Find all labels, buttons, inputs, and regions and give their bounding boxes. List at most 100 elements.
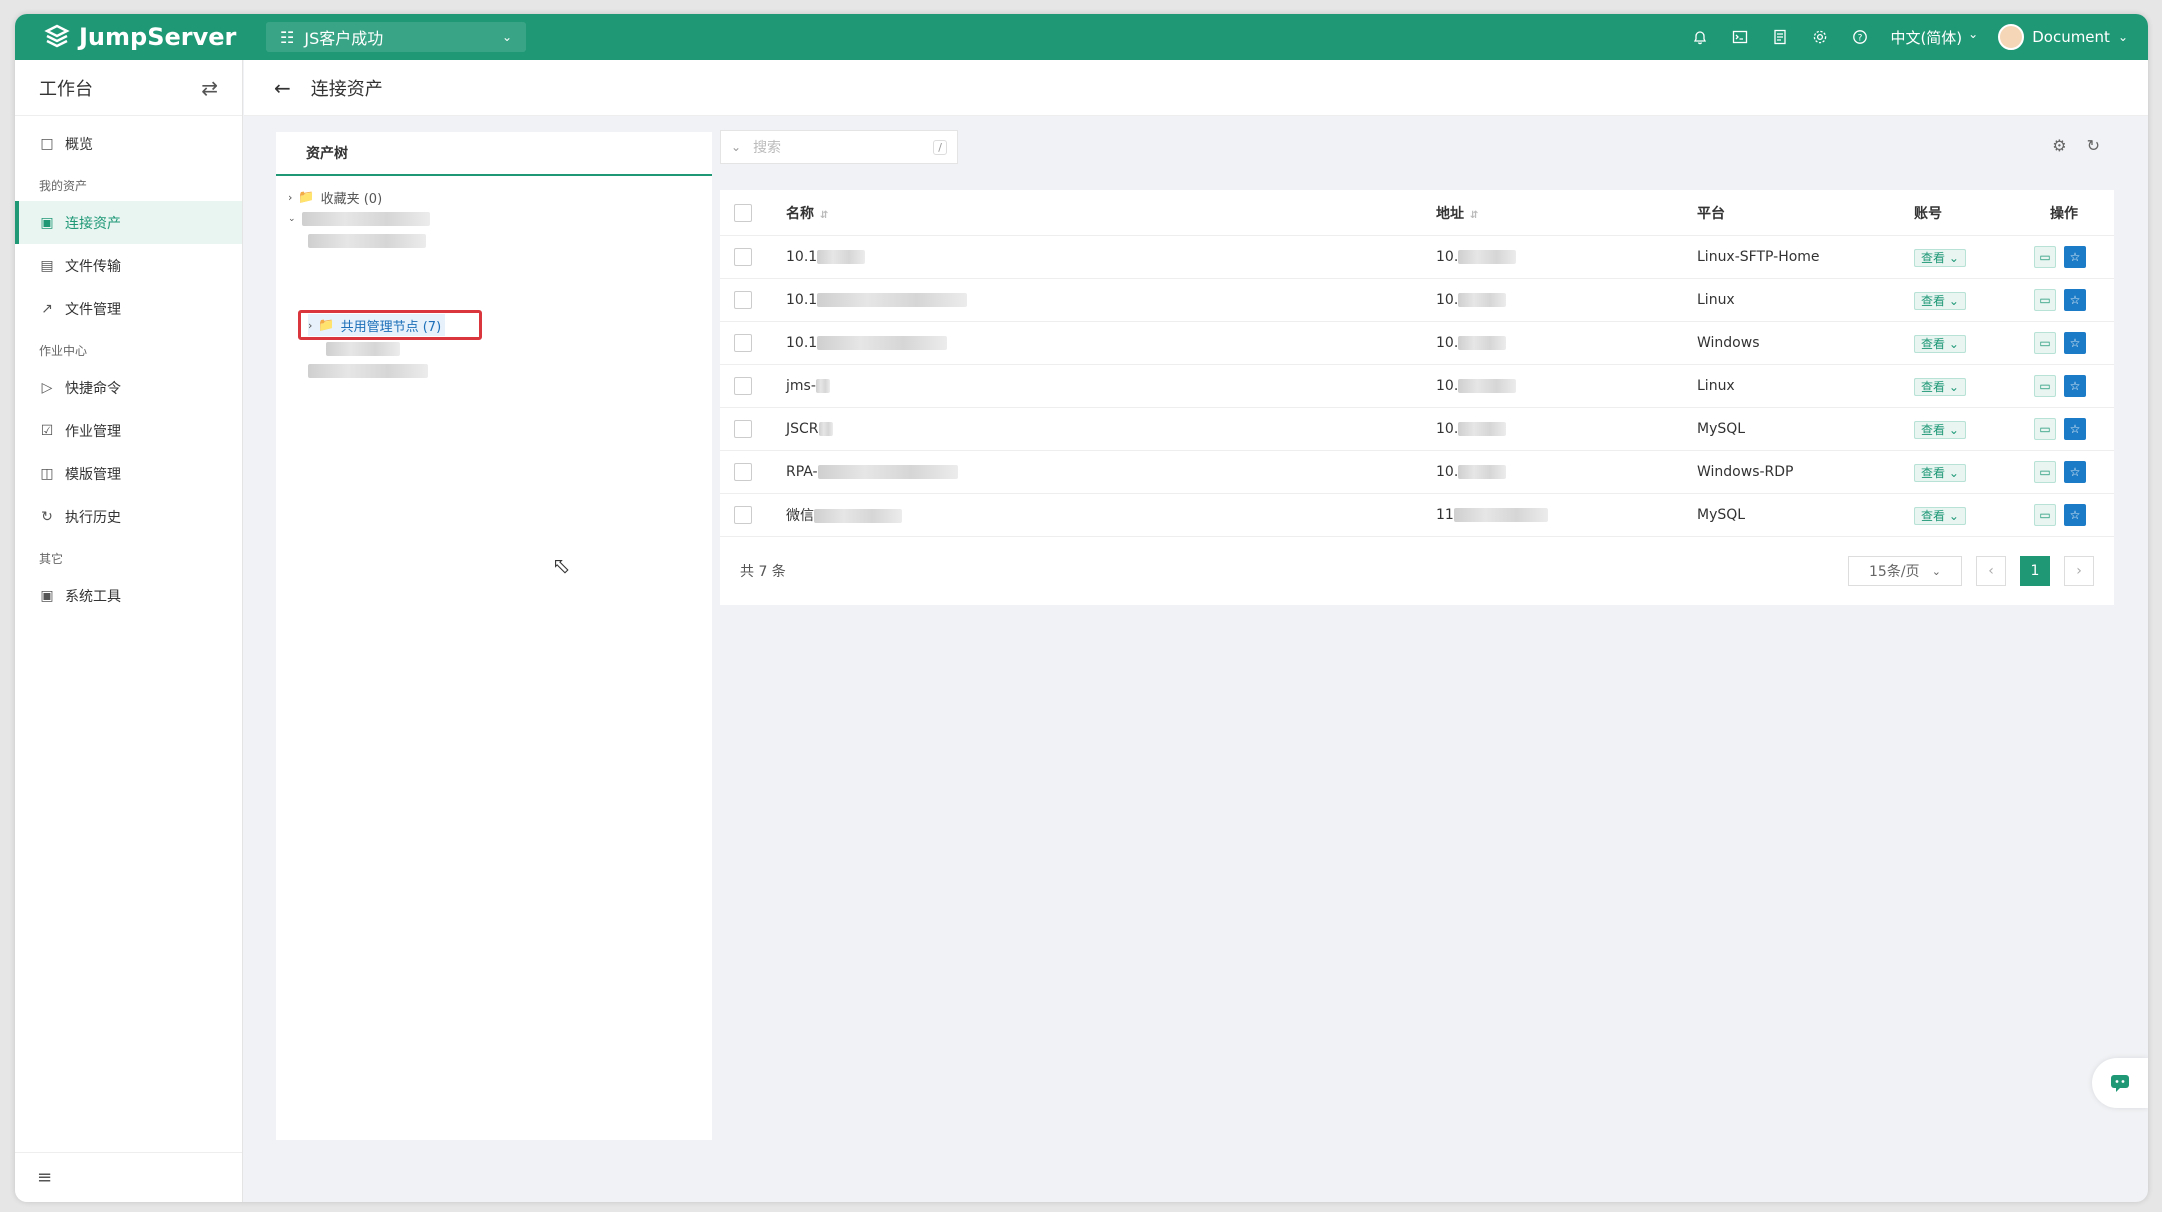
tree-node-favorites[interactable]: › 📁 收藏夹 (0)	[288, 186, 382, 208]
page-number-button[interactable]: 1	[2020, 556, 2050, 586]
sidebar-item-label: 快捷命令	[65, 380, 121, 397]
row-checkbox[interactable]	[734, 248, 752, 266]
asset-address: 10.	[1436, 335, 1507, 351]
page-size-select[interactable]: 15条/页 ⌄	[1848, 556, 1962, 586]
row-checkbox[interactable]	[734, 291, 752, 309]
prev-page-button[interactable]: ‹	[1976, 556, 2006, 586]
table-header-row: 名称 ⇵ 地址 ⇵ 平台 账号 操作	[720, 190, 2114, 236]
sidebar-item-label: 系统工具	[65, 588, 121, 605]
chevron-down-icon: ⌄	[2117, 30, 2128, 44]
tree-node-child[interactable]	[308, 230, 426, 252]
chevron-down-icon: ⌄	[1968, 26, 1979, 41]
asset-name[interactable]: jms-	[786, 378, 830, 394]
asset-name[interactable]: 10.1	[786, 292, 968, 308]
tree-node-child[interactable]	[308, 360, 428, 382]
sidebar-item-connect-assets[interactable]: ▣ 连接资产	[15, 201, 242, 244]
table-row: 10.1 10. Linux-SFTP-Home 查看 ⌄ ▭ ☆	[720, 236, 2114, 279]
column-header-name[interactable]: 名称 ⇵	[786, 203, 828, 223]
sidebar-item-job-management[interactable]: ☑ 作业管理	[15, 409, 242, 452]
desktop-icon: ▣	[40, 214, 54, 231]
select-all-checkbox[interactable]	[734, 203, 752, 222]
tab-asset-tree[interactable]: 资产树	[276, 132, 712, 176]
terminal-icon[interactable]	[1730, 27, 1750, 47]
redacted-text	[308, 364, 428, 378]
row-checkbox[interactable]	[734, 377, 752, 395]
chat-assistant-button[interactable]	[2092, 1058, 2148, 1108]
view-accounts-button[interactable]: 查看 ⌄	[1914, 248, 1966, 267]
connect-monitor-icon[interactable]: ▭	[2034, 246, 2056, 268]
language-selector[interactable]: 中文(简体) ⌄	[1890, 27, 1978, 48]
sidebar-item-templates[interactable]: ◫ 模版管理	[15, 452, 242, 495]
sidebar-item-system-tools[interactable]: ▣ 系统工具	[15, 574, 242, 617]
asset-name[interactable]: RPA-	[786, 464, 958, 480]
tree-node-shared[interactable]: › 📁 共用管理节点 (7)	[308, 314, 446, 336]
asset-name[interactable]: 10.1	[786, 249, 866, 265]
search-input[interactable]: ⌄ 搜索 /	[720, 130, 958, 164]
connect-monitor-icon[interactable]: ▭	[2034, 504, 2056, 526]
view-accounts-button[interactable]: 查看 ⌄	[1914, 291, 1966, 310]
favorite-star-icon[interactable]: ☆	[2064, 418, 2086, 440]
favorite-star-icon[interactable]: ☆	[2064, 461, 2086, 483]
table-row: jms- 10. Linux 查看 ⌄ ▭ ☆	[720, 365, 2114, 408]
org-selector[interactable]: ☷ JS客户成功 ⌄	[266, 22, 526, 52]
view-accounts-button[interactable]: 查看 ⌄	[1914, 334, 1966, 353]
redacted-text	[815, 379, 830, 393]
document-icon[interactable]	[1770, 27, 1790, 47]
row-checkbox[interactable]	[734, 420, 752, 438]
sidebar-item-file-transfer[interactable]: ▤ 文件传输	[15, 244, 242, 287]
tree-node-root[interactable]: ⌄	[288, 208, 430, 230]
asset-tree-panel: 资产树 › 📁 收藏夹 (0) ⌄ › 📁 共用管理节点 (7)	[276, 132, 712, 1140]
sidebar-item-overview[interactable]: □ 概览	[15, 122, 242, 165]
row-actions: ▭ ☆	[2034, 461, 2086, 483]
column-header-account: 账号	[1914, 205, 1942, 222]
row-checkbox[interactable]	[734, 463, 752, 481]
bell-icon[interactable]	[1690, 27, 1710, 47]
help-icon[interactable]: ?	[1850, 27, 1870, 47]
asset-name[interactable]: 微信	[786, 505, 902, 525]
svg-text:?: ?	[1858, 34, 1863, 44]
user-menu[interactable]: Document ⌄	[1998, 24, 2128, 50]
sidebar-item-quick-commands[interactable]: ▷ 快捷命令	[15, 366, 242, 409]
asset-name[interactable]: 10.1	[786, 335, 948, 351]
language-label: 中文(简体)	[1890, 28, 1963, 47]
connect-monitor-icon[interactable]: ▭	[2034, 289, 2056, 311]
favorite-star-icon[interactable]: ☆	[2064, 504, 2086, 526]
switch-view-icon[interactable]: ⇄	[201, 76, 218, 100]
asset-name[interactable]: JSCR	[786, 421, 833, 437]
next-page-button[interactable]: ›	[2064, 556, 2094, 586]
favorite-star-icon[interactable]: ☆	[2064, 246, 2086, 268]
row-checkbox[interactable]	[734, 334, 752, 352]
page-title: 连接资产	[310, 78, 383, 100]
column-header-address[interactable]: 地址 ⇵	[1436, 203, 1478, 223]
back-arrow-icon[interactable]: ←	[274, 76, 291, 100]
sidebar-item-history[interactable]: ↻ 执行历史	[15, 495, 242, 538]
sidebar-item-label: 概览	[65, 136, 93, 153]
search-placeholder: 搜索	[753, 140, 782, 156]
favorite-star-icon[interactable]: ☆	[2064, 375, 2086, 397]
favorite-star-icon[interactable]: ☆	[2064, 289, 2086, 311]
page-header: ← 连接资产	[244, 60, 2148, 116]
refresh-icon[interactable]: ↻	[2087, 136, 2100, 155]
row-checkbox[interactable]	[734, 506, 752, 524]
redacted-text	[301, 212, 430, 226]
tree-node-child[interactable]	[326, 338, 400, 360]
table-tools: ⚙ ↻	[2052, 136, 2100, 155]
brand-logo[interactable]: JumpServer	[43, 22, 236, 52]
collapse-sidebar-icon[interactable]: ≡	[15, 1152, 242, 1202]
gear-icon[interactable]: ⚙	[2052, 136, 2066, 155]
connect-monitor-icon[interactable]: ▭	[2034, 332, 2056, 354]
sidebar: 工作台 ⇄ □ 概览 我的资产 ▣ 连接资产 ▤ 文件传输 ↗ 文件管理 作业中…	[15, 60, 243, 1202]
connect-monitor-icon[interactable]: ▭	[2034, 375, 2056, 397]
gear-icon[interactable]	[1810, 27, 1830, 47]
view-accounts-button[interactable]: 查看 ⌄	[1914, 463, 1966, 482]
play-circle-icon: ▷	[41, 379, 53, 396]
connect-monitor-icon[interactable]: ▭	[2034, 461, 2056, 483]
view-accounts-button[interactable]: 查看 ⌄	[1914, 420, 1966, 439]
sort-icon: ⇵	[820, 209, 829, 221]
view-accounts-button[interactable]: 查看 ⌄	[1914, 377, 1966, 396]
favorite-star-icon[interactable]: ☆	[2064, 332, 2086, 354]
connect-monitor-icon[interactable]: ▭	[2034, 418, 2056, 440]
sidebar-item-file-management[interactable]: ↗ 文件管理	[15, 287, 242, 330]
redacted-text	[817, 336, 948, 350]
view-accounts-button[interactable]: 查看 ⌄	[1914, 506, 1966, 525]
